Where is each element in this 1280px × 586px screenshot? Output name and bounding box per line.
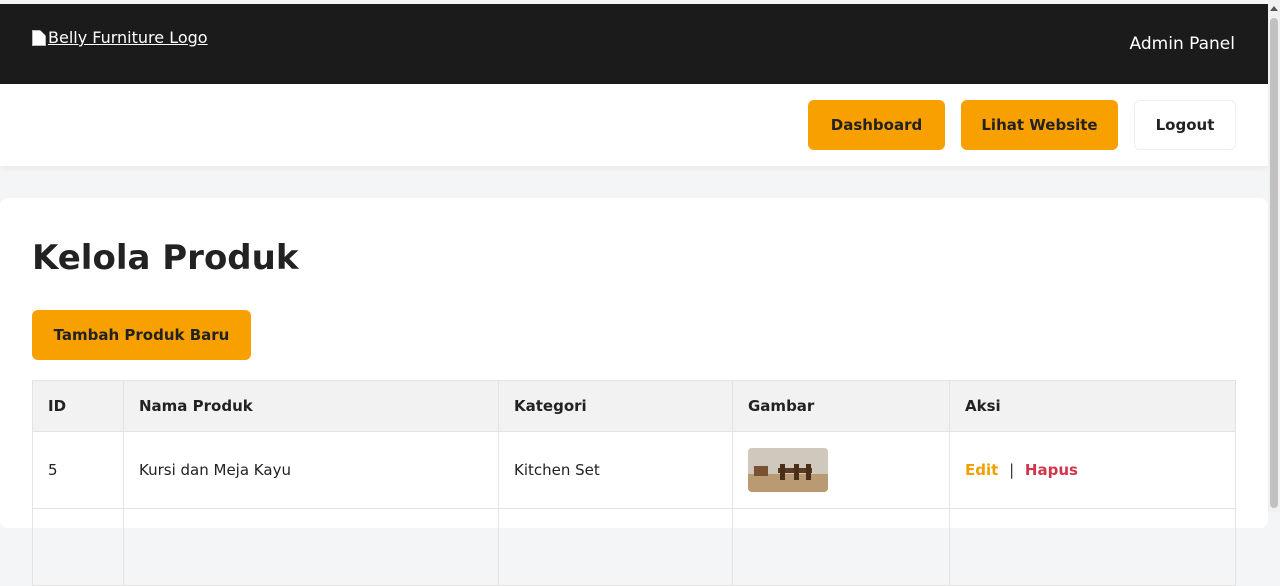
delete-link[interactable]: Hapus	[1025, 461, 1078, 479]
product-thumbnail	[748, 448, 828, 492]
add-product-button[interactable]: Tambah Produk Baru	[32, 310, 251, 360]
col-id: ID	[32, 380, 124, 432]
table-header-row: ID Nama Produk Kategori Gambar Aksi	[32, 380, 1236, 432]
admin-panel-label: Admin Panel	[1129, 34, 1235, 54]
table-row: 5 Kursi dan Meja Kayu Kitchen Set Edit |…	[32, 431, 1236, 509]
dashboard-button[interactable]: Dashboard	[808, 100, 945, 150]
col-actions: Aksi	[949, 380, 1236, 432]
nav-bar: Dashboard Lihat Website Logout	[0, 84, 1268, 166]
cell-actions: Edit | Hapus	[949, 431, 1236, 509]
view-website-button[interactable]: Lihat Website	[961, 100, 1118, 150]
scrollbar-thumb[interactable]	[1270, 18, 1278, 508]
cell-image	[732, 431, 950, 509]
col-category: Kategori	[498, 380, 733, 432]
table-row	[32, 508, 1236, 586]
top-header: Belly Furniture Logo Admin Panel	[0, 4, 1268, 84]
cell-category: Kitchen Set	[498, 431, 733, 509]
vertical-scrollbar[interactable]	[1268, 0, 1280, 512]
edit-link[interactable]: Edit	[965, 461, 998, 479]
logout-button[interactable]: Logout	[1134, 100, 1236, 150]
scroll-up-icon[interactable]	[1270, 6, 1278, 11]
col-product-name: Nama Produk	[123, 380, 499, 432]
logo-alt-text: Belly Furniture Logo	[48, 28, 208, 47]
products-table: ID Nama Produk Kategori Gambar Aksi 5 Ku…	[32, 380, 1236, 586]
page-title: Kelola Produk	[32, 238, 299, 278]
logo-link[interactable]: Belly Furniture Logo	[32, 28, 208, 47]
broken-image-icon	[32, 29, 46, 46]
cell-product-name: Kursi dan Meja Kayu	[123, 431, 499, 509]
col-image: Gambar	[732, 380, 950, 432]
action-separator: |	[1009, 461, 1015, 479]
cell-id: 5	[32, 431, 124, 509]
content-card: Kelola Produk Tambah Produk Baru ID Nama…	[0, 198, 1268, 586]
